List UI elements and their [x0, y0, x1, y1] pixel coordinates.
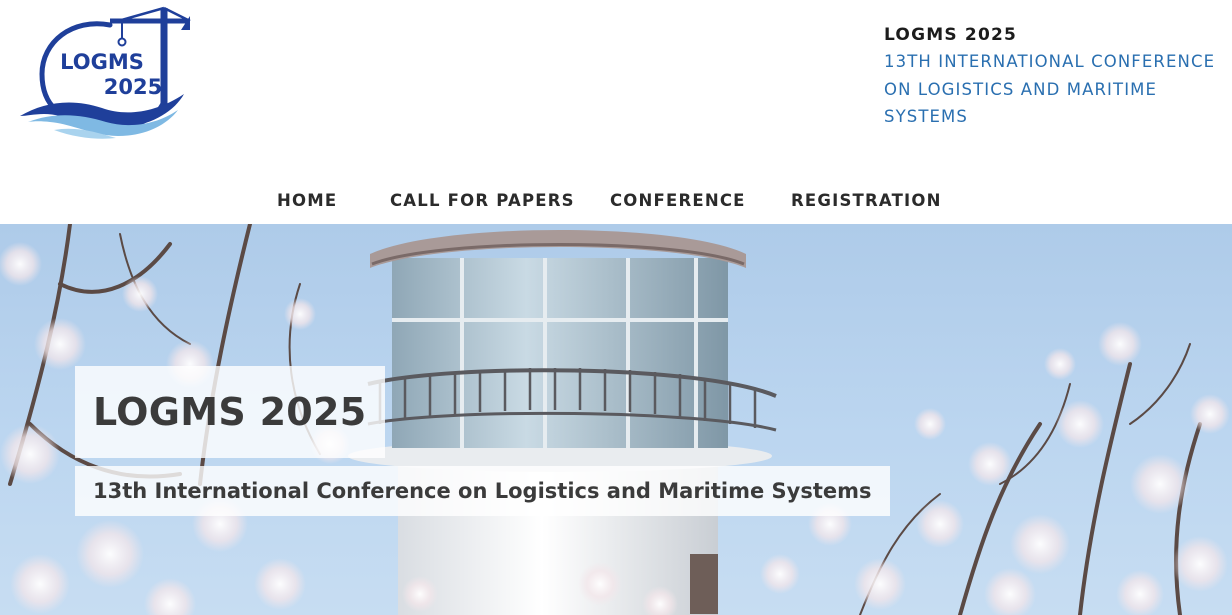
- header-title: LOGMS 2025: [884, 25, 1018, 45]
- hero-title: LOGMS 2025: [93, 390, 367, 434]
- main-nav: HOME CALL FOR PAPERS CONFERENCE REGISTRA…: [0, 186, 1232, 218]
- site-logo[interactable]: LOGMS 2025: [14, 2, 194, 142]
- logo-line1: LOGMS: [60, 50, 144, 74]
- nav-item-call-for-papers[interactable]: CALL FOR PAPERS: [390, 186, 575, 216]
- hero-banner: LOGMS 2025 13th International Conference…: [0, 224, 1232, 615]
- nav-item-conference[interactable]: CONFERENCE: [610, 186, 746, 216]
- header-info: LOGMS 2025 13TH INTERNATIONAL CONFERENCE…: [884, 24, 1224, 131]
- hero-title-box: LOGMS 2025: [75, 366, 385, 458]
- nav-item-home[interactable]: HOME: [277, 186, 337, 216]
- hero-subtitle: 13th International Conference on Logisti…: [93, 479, 872, 503]
- site-header: LOGMS 2025 LOGMS 2025 13TH INTERNATIONAL…: [0, 0, 1232, 224]
- logo-graphic: LOGMS 2025: [20, 6, 191, 139]
- nav-item-registration[interactable]: REGISTRATION: [791, 186, 942, 216]
- header-subtitle: 13TH INTERNATIONAL CONFERENCE ON LOGISTI…: [884, 52, 1216, 126]
- logo-line2: 2025: [104, 75, 162, 99]
- hero-subtitle-box: 13th International Conference on Logisti…: [75, 466, 890, 516]
